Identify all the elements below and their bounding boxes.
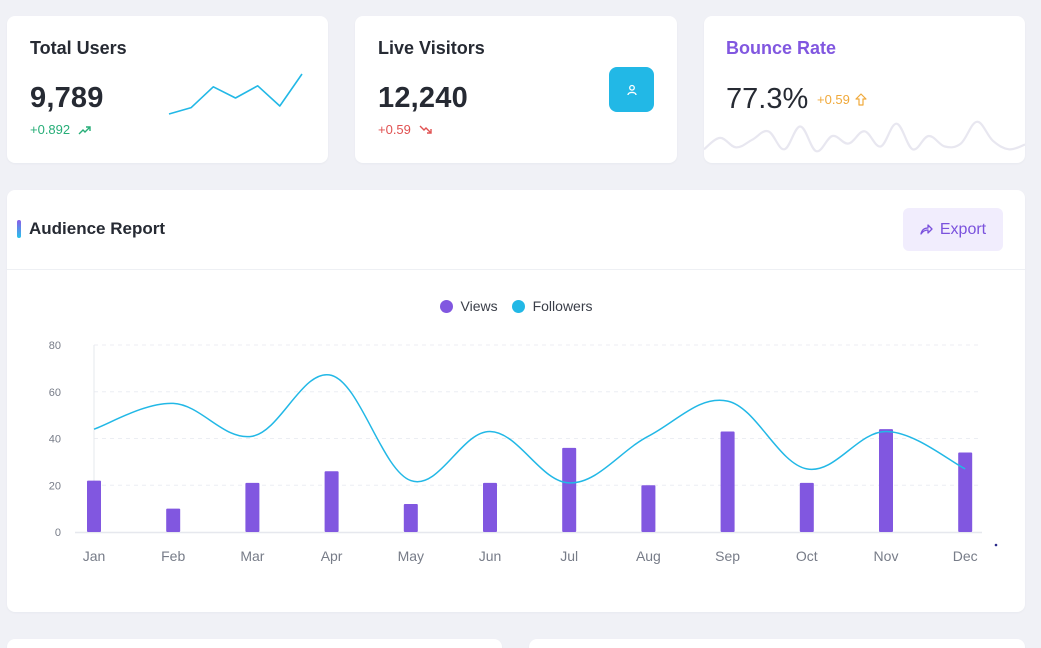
report-title: Audience Report: [29, 219, 166, 238]
legend-label-followers: Followers: [532, 298, 593, 314]
bounce-rate-title: Bounce Rate: [726, 38, 837, 58]
bar-views: [87, 480, 101, 532]
total-users-sparkline: [168, 73, 303, 115]
x-tick-label: Feb: [161, 548, 185, 564]
audience-chart: 0 20 40 60 80 Jan Feb Mar Apr May Jun Jul Aug Sep Oct N…: [49, 340, 998, 564]
x-tick-label: May: [398, 548, 424, 564]
live-visitors-card: Live Visitors 12,240 +0.59: [355, 16, 677, 163]
report-header: Audience Report Export: [7, 190, 1025, 270]
bar-views: [562, 447, 577, 532]
x-tick-label: Jun: [479, 548, 502, 564]
user-icon: [626, 84, 637, 95]
legend-item-followers[interactable]: Followers: [511, 298, 593, 314]
bounce-rate-wave: [704, 120, 1025, 153]
legend-item-views[interactable]: Views: [439, 298, 498, 314]
bar-views: [879, 429, 893, 532]
bar-views: [324, 471, 339, 532]
bar-views: [403, 503, 418, 532]
arrow-up-icon: [855, 93, 867, 106]
bar-views: [245, 482, 260, 532]
export-label: Export: [939, 220, 987, 238]
x-tick-label: Mar: [240, 548, 264, 564]
live-visitors-title: Live Visitors: [378, 38, 485, 58]
bar-views: [799, 482, 814, 532]
views-dot-icon: [439, 299, 453, 313]
x-tick-label: Jan: [83, 548, 106, 564]
audience-report-card: Audience Report Export Views Followers 0…: [7, 190, 1025, 612]
y-tick-label: 0: [55, 527, 61, 539]
bar-views: [483, 482, 497, 532]
bar-views: [166, 508, 181, 532]
x-tick-label: Oct: [796, 548, 818, 564]
total-users-change-value: +0.892: [30, 122, 71, 137]
bar-views: [720, 431, 735, 532]
bottom-left-card: [7, 639, 502, 648]
total-users-value: 9,789: [30, 82, 104, 114]
export-button[interactable]: Export: [903, 208, 1003, 251]
y-tick-label: 20: [49, 480, 61, 492]
y-tick-label: 60: [49, 387, 61, 399]
live-visitors-change-value: +0.59: [378, 122, 411, 137]
bottom-right-card: [529, 639, 1025, 648]
trend-down-icon: [419, 125, 432, 134]
followers-dot-icon: [511, 299, 525, 313]
live-visitors-change: +0.59: [378, 122, 432, 137]
x-tick-label: Jul: [560, 548, 578, 564]
x-tick-label: Nov: [874, 548, 899, 564]
bounce-rate-card: Bounce Rate 77.3% +0.59: [704, 16, 1025, 163]
total-users-change: +0.892: [30, 122, 91, 137]
line-followers: [93, 374, 966, 484]
x-tick-label: Sep: [715, 548, 740, 564]
bounce-rate-change-value: +0.59: [817, 92, 850, 107]
share-icon: [920, 224, 933, 235]
trend-up-icon: [78, 125, 91, 134]
x-tick-label: Apr: [321, 548, 343, 564]
visitors-badge: [609, 67, 654, 112]
end-dot: [994, 543, 998, 547]
bar-views: [958, 452, 973, 532]
legend-label-views: Views: [460, 298, 498, 314]
live-visitors-value: 12,240: [378, 82, 468, 114]
x-tick-label: Aug: [636, 548, 661, 564]
chart-legend: Views Followers: [7, 298, 1025, 314]
total-users-card: Total Users 9,789 +0.892: [7, 16, 328, 163]
x-tick-label: Dec: [953, 548, 978, 564]
bar-views: [641, 485, 656, 532]
total-users-title: Total Users: [30, 38, 127, 58]
bounce-rate-change: +0.59: [817, 92, 867, 107]
title-accent-bar: [17, 220, 21, 238]
y-tick-label: 40: [49, 434, 61, 446]
y-tick-label: 80: [49, 340, 61, 352]
